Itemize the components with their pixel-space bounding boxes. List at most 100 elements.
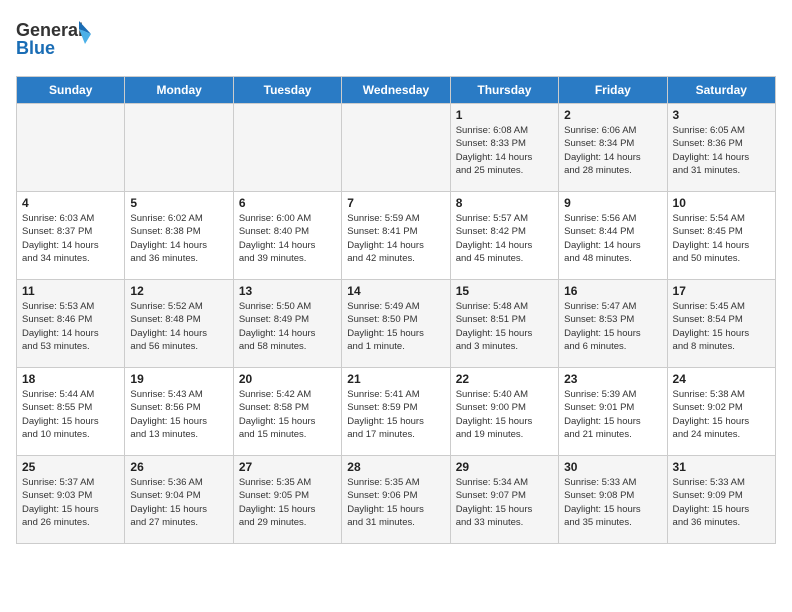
day-number: 9 — [564, 196, 661, 210]
day-info: Sunrise: 6:05 AM Sunset: 8:36 PM Dayligh… — [673, 124, 770, 177]
day-info: Sunrise: 5:41 AM Sunset: 8:59 PM Dayligh… — [347, 388, 444, 441]
day-info: Sunrise: 5:33 AM Sunset: 9:08 PM Dayligh… — [564, 476, 661, 529]
column-header-tuesday: Tuesday — [233, 77, 341, 104]
calendar-cell: 27 Sunrise: 5:35 AM Sunset: 9:05 PM Dayli… — [233, 456, 341, 544]
calendar-cell — [125, 104, 233, 192]
page-header: GeneralBlue — [16, 16, 776, 66]
day-number: 26 — [130, 460, 227, 474]
calendar-cell: 13 Sunrise: 5:50 AM Sunset: 8:49 PM Dayli… — [233, 280, 341, 368]
svg-text:Blue: Blue — [16, 38, 55, 58]
day-number: 17 — [673, 284, 770, 298]
header-row: SundayMondayTuesdayWednesdayThursdayFrid… — [17, 77, 776, 104]
calendar-cell: 1 Sunrise: 6:08 AM Sunset: 8:33 PM Daylig… — [450, 104, 558, 192]
calendar-cell — [342, 104, 450, 192]
day-info: Sunrise: 5:35 AM Sunset: 9:06 PM Dayligh… — [347, 476, 444, 529]
day-number: 28 — [347, 460, 444, 474]
column-header-wednesday: Wednesday — [342, 77, 450, 104]
day-info: Sunrise: 5:43 AM Sunset: 8:56 PM Dayligh… — [130, 388, 227, 441]
calendar-cell: 20Sunrise: 5:42 AM Sunset: 8:58 PM Dayli… — [233, 368, 341, 456]
day-number: 15 — [456, 284, 553, 298]
calendar-cell: 26Sunrise: 5:36 AM Sunset: 9:04 PM Dayli… — [125, 456, 233, 544]
day-number: 14 — [347, 284, 444, 298]
day-info: Sunrise: 5:56 AM Sunset: 8:44 PM Dayligh… — [564, 212, 661, 265]
day-number: 3 — [673, 108, 770, 122]
calendar-table: SundayMondayTuesdayWednesdayThursdayFrid… — [16, 76, 776, 544]
calendar-cell: 4 Sunrise: 6:03 AM Sunset: 8:37 PM Daylig… — [17, 192, 125, 280]
day-info: Sunrise: 5:35 AM Sunset: 9:05 PM Dayligh… — [239, 476, 336, 529]
column-header-saturday: Saturday — [667, 77, 775, 104]
day-number: 29 — [456, 460, 553, 474]
day-info: Sunrise: 5:39 AM Sunset: 9:01 PM Dayligh… — [564, 388, 661, 441]
day-number: 19 — [130, 372, 227, 386]
calendar-cell: 11Sunrise: 5:53 AM Sunset: 8:46 PM Dayli… — [17, 280, 125, 368]
calendar-cell: 9 Sunrise: 5:56 AM Sunset: 8:44 PM Daylig… — [559, 192, 667, 280]
calendar-cell: 23 Sunrise: 5:39 AM Sunset: 9:01 PM Dayli… — [559, 368, 667, 456]
day-number: 7 — [347, 196, 444, 210]
day-number: 25 — [22, 460, 119, 474]
day-info: Sunrise: 5:45 AM Sunset: 8:54 PM Dayligh… — [673, 300, 770, 353]
calendar-cell: 22 Sunrise: 5:40 AM Sunset: 9:00 PM Dayli… — [450, 368, 558, 456]
calendar-cell: 24Sunrise: 5:38 AM Sunset: 9:02 PM Dayli… — [667, 368, 775, 456]
day-number: 27 — [239, 460, 336, 474]
day-info: Sunrise: 5:52 AM Sunset: 8:48 PM Dayligh… — [130, 300, 227, 353]
day-number: 4 — [22, 196, 119, 210]
logo: GeneralBlue — [16, 16, 96, 66]
calendar-cell: 31Sunrise: 5:33 AM Sunset: 9:09 PM Dayli… — [667, 456, 775, 544]
calendar-cell: 7Sunrise: 5:59 AM Sunset: 8:41 PM Daylig… — [342, 192, 450, 280]
calendar-cell: 19 Sunrise: 5:43 AM Sunset: 8:56 PM Dayli… — [125, 368, 233, 456]
column-header-sunday: Sunday — [17, 77, 125, 104]
calendar-header: SundayMondayTuesdayWednesdayThursdayFrid… — [17, 77, 776, 104]
day-info: Sunrise: 5:47 AM Sunset: 8:53 PM Dayligh… — [564, 300, 661, 353]
column-header-thursday: Thursday — [450, 77, 558, 104]
day-number: 23 — [564, 372, 661, 386]
day-info: Sunrise: 5:44 AM Sunset: 8:55 PM Dayligh… — [22, 388, 119, 441]
day-info: Sunrise: 6:00 AM Sunset: 8:40 PM Dayligh… — [239, 212, 336, 265]
calendar-cell: 18Sunrise: 5:44 AM Sunset: 8:55 PM Dayli… — [17, 368, 125, 456]
day-number: 12 — [130, 284, 227, 298]
day-info: Sunrise: 6:08 AM Sunset: 8:33 PM Dayligh… — [456, 124, 553, 177]
day-info: Sunrise: 5:40 AM Sunset: 9:00 PM Dayligh… — [456, 388, 553, 441]
day-info: Sunrise: 5:33 AM Sunset: 9:09 PM Dayligh… — [673, 476, 770, 529]
calendar-cell: 12 Sunrise: 5:52 AM Sunset: 8:48 PM Dayli… — [125, 280, 233, 368]
calendar-cell: 10Sunrise: 5:54 AM Sunset: 8:45 PM Dayli… — [667, 192, 775, 280]
calendar-cell: 21 Sunrise: 5:41 AM Sunset: 8:59 PM Dayli… — [342, 368, 450, 456]
calendar-cell: 2Sunrise: 6:06 AM Sunset: 8:34 PM Daylig… — [559, 104, 667, 192]
logo-svg: GeneralBlue — [16, 16, 96, 66]
calendar-cell — [17, 104, 125, 192]
day-number: 16 — [564, 284, 661, 298]
week-row-4: 18Sunrise: 5:44 AM Sunset: 8:55 PM Dayli… — [17, 368, 776, 456]
calendar-body: 1 Sunrise: 6:08 AM Sunset: 8:33 PM Daylig… — [17, 104, 776, 544]
day-number: 21 — [347, 372, 444, 386]
calendar-cell: 3 Sunrise: 6:05 AM Sunset: 8:36 PM Daylig… — [667, 104, 775, 192]
day-number: 1 — [456, 108, 553, 122]
day-info: Sunrise: 5:42 AM Sunset: 8:58 PM Dayligh… — [239, 388, 336, 441]
calendar-cell: 5 Sunrise: 6:02 AM Sunset: 8:38 PM Daylig… — [125, 192, 233, 280]
calendar-cell: 8 Sunrise: 5:57 AM Sunset: 8:42 PM Daylig… — [450, 192, 558, 280]
day-info: Sunrise: 5:38 AM Sunset: 9:02 PM Dayligh… — [673, 388, 770, 441]
calendar-cell: 29 Sunrise: 5:34 AM Sunset: 9:07 PM Dayli… — [450, 456, 558, 544]
day-info: Sunrise: 5:50 AM Sunset: 8:49 PM Dayligh… — [239, 300, 336, 353]
week-row-1: 1 Sunrise: 6:08 AM Sunset: 8:33 PM Daylig… — [17, 104, 776, 192]
day-info: Sunrise: 5:37 AM Sunset: 9:03 PM Dayligh… — [22, 476, 119, 529]
calendar-cell: 15Sunrise: 5:48 AM Sunset: 8:51 PM Dayli… — [450, 280, 558, 368]
day-info: Sunrise: 6:06 AM Sunset: 8:34 PM Dayligh… — [564, 124, 661, 177]
day-number: 8 — [456, 196, 553, 210]
day-number: 6 — [239, 196, 336, 210]
calendar-cell: 25 Sunrise: 5:37 AM Sunset: 9:03 PM Dayli… — [17, 456, 125, 544]
day-info: Sunrise: 5:34 AM Sunset: 9:07 PM Dayligh… — [456, 476, 553, 529]
day-info: Sunrise: 6:02 AM Sunset: 8:38 PM Dayligh… — [130, 212, 227, 265]
svg-text:General: General — [16, 20, 83, 40]
day-info: Sunrise: 5:53 AM Sunset: 8:46 PM Dayligh… — [22, 300, 119, 353]
calendar-cell: 30Sunrise: 5:33 AM Sunset: 9:08 PM Dayli… — [559, 456, 667, 544]
day-number: 22 — [456, 372, 553, 386]
day-number: 13 — [239, 284, 336, 298]
calendar-cell: 17 Sunrise: 5:45 AM Sunset: 8:54 PM Dayli… — [667, 280, 775, 368]
day-info: Sunrise: 5:57 AM Sunset: 8:42 PM Dayligh… — [456, 212, 553, 265]
column-header-friday: Friday — [559, 77, 667, 104]
calendar-cell: 6 Sunrise: 6:00 AM Sunset: 8:40 PM Daylig… — [233, 192, 341, 280]
calendar-cell: 28 Sunrise: 5:35 AM Sunset: 9:06 PM Dayli… — [342, 456, 450, 544]
day-info: Sunrise: 6:03 AM Sunset: 8:37 PM Dayligh… — [22, 212, 119, 265]
week-row-5: 25 Sunrise: 5:37 AM Sunset: 9:03 PM Dayli… — [17, 456, 776, 544]
day-number: 5 — [130, 196, 227, 210]
day-info: Sunrise: 5:49 AM Sunset: 8:50 PM Dayligh… — [347, 300, 444, 353]
